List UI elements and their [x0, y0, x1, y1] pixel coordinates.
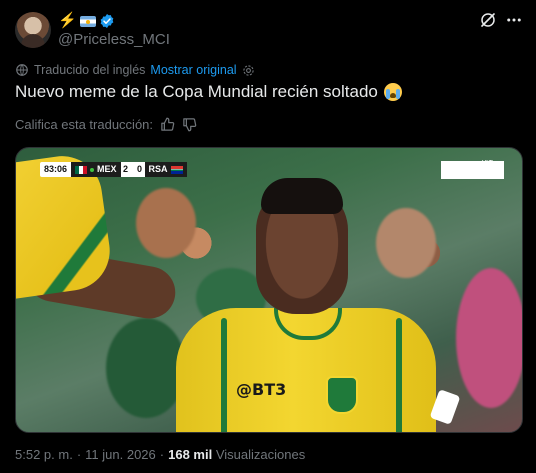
- rate-translation-label: Califica esta traducción:: [15, 117, 154, 132]
- translation-label: Traducido del inglés: [34, 63, 146, 77]
- lightning-emoji: ⚡: [58, 12, 77, 29]
- crowd-fan: [376, 208, 436, 278]
- jersey-stripe: [396, 318, 402, 432]
- tweet-time[interactable]: 5:52 p. m.: [15, 447, 73, 462]
- crowd-fan: [456, 268, 522, 408]
- south-africa-flag-icon: [170, 165, 183, 174]
- tweet-meta: 5:52 p. m. · 11 jun. 2026 · 168 mil Visu…: [15, 447, 305, 462]
- mexico-flag-icon: [75, 165, 88, 174]
- show-original-link[interactable]: Mostrar original: [150, 63, 236, 77]
- thumbs-down-icon[interactable]: [182, 117, 197, 132]
- scoreboard: 83:06 MEX 2 0 RSA: [40, 162, 187, 177]
- tweet-body: Nuevo meme de la Copa Mundial recién sol…: [15, 82, 378, 101]
- match-clock: 83:06: [40, 162, 72, 177]
- possession-dot-icon: [90, 167, 95, 172]
- views-count: 168 mil: [168, 447, 213, 462]
- grok-icon[interactable]: [479, 11, 497, 29]
- loudly-crying-face-icon: [383, 83, 402, 101]
- away-team: RSA: [144, 162, 187, 177]
- verified-badge-icon: [100, 14, 114, 28]
- home-score: 2: [120, 162, 131, 177]
- display-name[interactable]: ⚡: [58, 11, 115, 31]
- user-handle[interactable]: @Priceless_MCI: [58, 31, 170, 48]
- player-hair: [261, 178, 343, 214]
- meta-separator: ·: [76, 447, 82, 462]
- more-options-icon[interactable]: [505, 11, 523, 29]
- thumbs-up-icon[interactable]: [160, 117, 175, 132]
- crowd-fan: [106, 318, 186, 418]
- rate-translation: Califica esta traducción:: [15, 117, 197, 132]
- argentina-flag-icon: [79, 15, 96, 27]
- team-crest-icon: [326, 376, 358, 414]
- avatar[interactable]: [15, 12, 51, 48]
- tweet-media-image[interactable]: @BT3 83:06 MEX 2 0 RSA LIVE: [15, 147, 523, 433]
- away-team-code: RSA: [148, 164, 168, 174]
- home-team: MEX: [71, 162, 121, 177]
- broadcast-logo-box: [441, 161, 504, 179]
- views-label: Visualizaciones: [215, 447, 306, 462]
- crowd-fan: [136, 188, 196, 258]
- translation-notice: Traducido del inglés Mostrar original: [15, 63, 255, 77]
- settings-gear-icon[interactable]: [242, 64, 255, 77]
- jersey-sponsor: @BT3: [236, 380, 287, 399]
- tweet-text: Nuevo meme de la Copa Mundial recién sol…: [15, 82, 402, 102]
- translate-icon: [16, 64, 28, 76]
- jersey-stripe: [221, 318, 227, 432]
- tweet-date[interactable]: 11 jun. 2026: [85, 447, 156, 462]
- live-label: LIVE: [482, 160, 494, 166]
- away-score: 0: [134, 162, 145, 177]
- meta-separator: ·: [159, 447, 165, 462]
- home-team-code: MEX: [97, 164, 117, 174]
